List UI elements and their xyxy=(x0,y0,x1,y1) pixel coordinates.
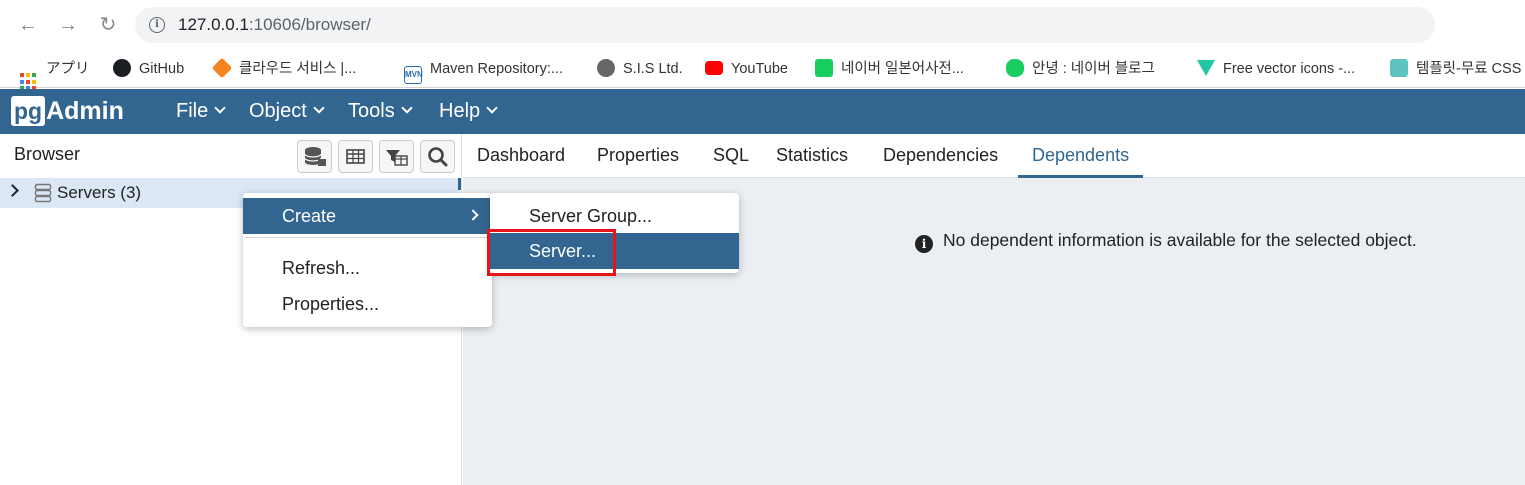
message-text: No dependent information is available fo… xyxy=(943,230,1417,250)
url-path: :10606/browser/ xyxy=(248,15,371,34)
chevron-down-icon xyxy=(401,102,413,114)
menu-label: Help xyxy=(439,100,481,122)
server-group-icon xyxy=(34,183,52,203)
bookmark-label: YouTube xyxy=(731,61,788,77)
tab-dependents[interactable]: Dependents xyxy=(1018,134,1144,178)
tab-dependencies[interactable]: Dependencies xyxy=(869,134,1012,178)
menu-item-create[interactable]: Create xyxy=(243,198,492,234)
bookmark-label: 템플릿-무료 CSS xyxy=(1416,61,1522,77)
search-icon xyxy=(428,147,448,167)
maven-icon: MVN xyxy=(404,66,423,84)
main-content: Dashboard Properties SQL Statistics Depe… xyxy=(463,134,1525,485)
url-host: 127.0.0.1 xyxy=(178,15,249,34)
info-icon: i xyxy=(915,235,933,253)
tab-bar: Dashboard Properties SQL Statistics Depe… xyxy=(463,134,1525,178)
bookmark-label: GitHub xyxy=(139,61,185,77)
chevron-right-icon xyxy=(467,209,479,221)
cloud-cube-icon xyxy=(211,57,233,79)
browser-address-bar: ← → ↻ i 127.0.0.1:10606/browser/ xyxy=(0,0,1525,50)
menu-item-properties[interactable]: Properties... xyxy=(243,286,492,322)
bookmark-label: 네이버 일본어사전... xyxy=(841,61,964,77)
bookmarks-bar: アプリ GitHub 클라우드 서비스 |... MVN Maven Reposi… xyxy=(0,50,1525,91)
naver-blog-icon xyxy=(1006,59,1024,77)
pgadmin-header: pg Admin File Object Tools Help xyxy=(0,89,1525,134)
query-tool-button[interactable] xyxy=(297,140,332,173)
chevron-right-icon[interactable] xyxy=(6,184,19,197)
tab-properties[interactable]: Properties xyxy=(583,134,693,178)
table-icon xyxy=(346,149,365,164)
bookmark-template[interactable]: 템플릿-무료 CSS xyxy=(1390,56,1521,82)
menu-object[interactable]: Object xyxy=(249,89,325,134)
bookmark-label: 안녕 : 네이버 블로그 xyxy=(1032,61,1155,77)
view-data-button[interactable] xyxy=(338,140,373,173)
bookmark-label: アプリ xyxy=(46,61,90,77)
chevron-down-icon xyxy=(313,102,325,114)
reload-icon[interactable]: ↻ xyxy=(94,11,122,39)
bookmark-github[interactable]: GitHub xyxy=(113,56,184,82)
bookmark-label: 클라우드 서비스 |... xyxy=(239,61,357,77)
menu-label: Tools xyxy=(348,100,395,122)
highlight-box xyxy=(487,229,616,276)
bookmark-label: Maven Repository:... xyxy=(430,61,563,77)
menu-divider xyxy=(245,237,490,238)
bookmark-naver-dictionary[interactable]: 네이버 일본어사전... xyxy=(815,56,964,82)
filtered-rows-button[interactable] xyxy=(379,140,414,173)
bookmark-youtube[interactable]: YouTube xyxy=(705,56,788,82)
database-icon xyxy=(304,147,326,166)
bookmark-free-vector-icons[interactable]: Free vector icons -... xyxy=(1197,56,1355,82)
bookmark-maven[interactable]: MVN Maven Repository:... xyxy=(404,56,563,84)
context-menu: Create Refresh... Properties... xyxy=(243,193,492,327)
bookmark-label: Free vector icons -... xyxy=(1223,61,1356,77)
bookmark-naver-blog[interactable]: 안녕 : 네이버 블로그 xyxy=(1006,56,1155,82)
site-info-icon[interactable]: i xyxy=(149,17,165,33)
menu-file[interactable]: File xyxy=(176,89,226,134)
bookmark-sis[interactable]: S.I.S Ltd. xyxy=(597,56,683,82)
menu-tools[interactable]: Tools xyxy=(348,89,413,134)
search-objects-button[interactable] xyxy=(420,140,455,173)
forward-arrow-icon[interactable]: → xyxy=(54,11,82,39)
github-icon xyxy=(113,59,131,77)
back-arrow-icon[interactable]: ← xyxy=(14,11,42,39)
globe-icon xyxy=(597,59,615,77)
bookmark-cloud-service[interactable]: 클라우드 서비스 |... xyxy=(211,56,357,82)
panel-title: Browser xyxy=(14,144,81,164)
tab-sql[interactable]: SQL xyxy=(699,134,763,178)
chevron-down-icon xyxy=(486,102,498,114)
pgadmin-logo: pg Admin xyxy=(11,95,124,127)
vector-icons-icon xyxy=(1197,60,1215,76)
menu-label: Object xyxy=(249,100,307,122)
menu-label: File xyxy=(176,100,209,122)
tab-dashboard[interactable]: Dashboard xyxy=(463,134,579,178)
naver-dictionary-icon xyxy=(815,59,833,77)
logo-pg: pg xyxy=(11,96,46,126)
menu-item-label: Create xyxy=(282,206,337,226)
logo-admin: Admin xyxy=(46,96,124,125)
filtered-rows-icon xyxy=(386,150,408,166)
omnibox[interactable]: i 127.0.0.1:10606/browser/ xyxy=(135,7,1435,43)
tree-node-label: Servers (3) xyxy=(57,183,142,202)
bookmark-apps[interactable]: アプリ xyxy=(20,56,90,91)
youtube-icon xyxy=(705,61,723,75)
menu-item-refresh[interactable]: Refresh... xyxy=(243,250,492,286)
chevron-down-icon xyxy=(214,102,226,114)
bookmark-label: S.I.S Ltd. xyxy=(623,61,683,77)
tab-statistics[interactable]: Statistics xyxy=(762,134,862,178)
panel-resize-handle[interactable] xyxy=(458,178,461,190)
empty-state-message: i No dependent information is available f… xyxy=(915,230,1417,253)
url-text[interactable]: 127.0.0.1:10606/browser/ xyxy=(178,15,371,35)
menu-help[interactable]: Help xyxy=(439,89,498,134)
template-icon xyxy=(1390,59,1408,77)
